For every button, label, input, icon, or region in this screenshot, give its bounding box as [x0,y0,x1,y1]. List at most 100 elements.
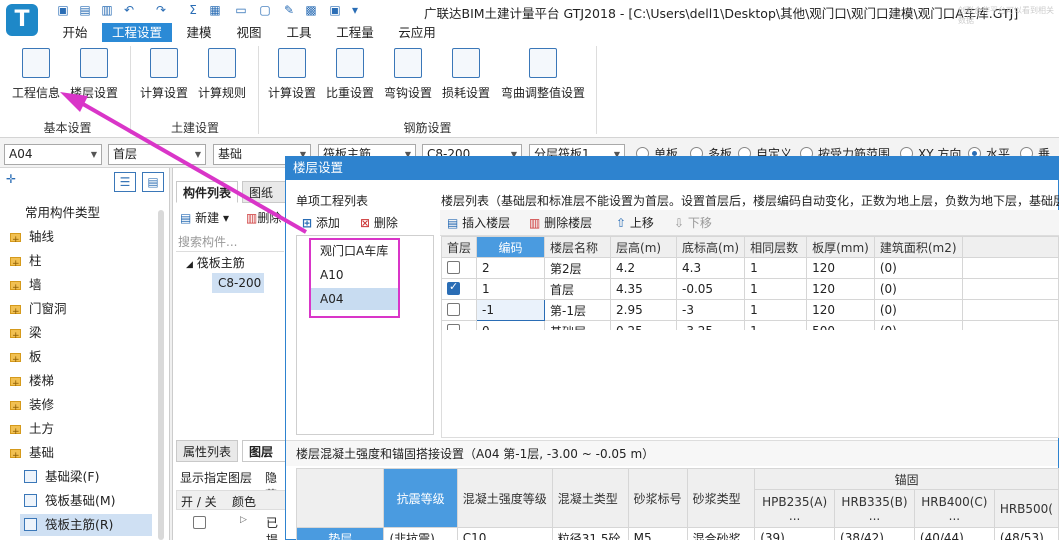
tree-item-stairs[interactable]: 楼梯 [10,370,54,395]
cell-height[interactable]: 2.95 [610,299,678,321]
cell-bottom[interactable]: -0.05 [676,278,746,300]
cell-code[interactable]: 1 [476,278,546,300]
tree-item-raft-rebar[interactable]: 筏板主筋(R) [20,514,152,536]
delete-floor-button[interactable]: ▥ 删除楼层 [529,213,592,233]
cell-name[interactable]: 首层 [544,278,612,300]
col-seismic-grade[interactable]: 抗震等级 [383,468,458,528]
tree-item-earthwork[interactable]: 土方 [10,418,54,443]
cell-thickness[interactable]: 120 [806,257,875,279]
delete-project-button[interactable]: ⊠ 删除 [360,213,398,233]
document-icon[interactable]: ▢ [258,3,272,17]
cell-hrb335[interactable]: (38/42) [834,527,915,540]
tab-drawing-management[interactable]: 图纸管 [242,181,286,203]
table-row[interactable]: 2 第2层 4.2 4.3 1 120 (0) [440,257,1059,279]
search-input[interactable]: 搜索构件... [176,232,284,252]
cell-strength[interactable]: C10 [456,527,553,540]
tree-node-raft-rebar[interactable]: ◢ 筏板主筋 [186,254,245,271]
cell-bottom[interactable]: 4.3 [676,257,746,279]
dropdown-icon[interactable]: ▾ [348,3,362,17]
ruler-icon[interactable]: ✎ [282,3,296,17]
grid-icon[interactable]: ▩ [304,3,318,17]
add-project-button[interactable]: ⊞ 添加 [302,213,340,233]
cell-same[interactable]: 1 [744,299,808,321]
tree-item-door-window[interactable]: 门窗洞 [10,298,67,323]
tab-modeling[interactable]: 建模 [180,23,218,42]
cell-code-active[interactable]: -1 [476,299,546,321]
sum-icon[interactable]: Σ [186,3,200,17]
list-view-icon[interactable]: ☰ [114,172,136,192]
cell-mortar-type[interactable]: 混合砂浆 [686,527,756,540]
tab-layer-management[interactable]: 图层管 [242,440,286,462]
tree-item-wall[interactable]: 墙 [10,274,42,299]
tab-quantities[interactable]: 工程量 [330,23,380,42]
cell-thickness[interactable]: 120 [806,299,875,321]
cell-type[interactable]: 粒径31.5砼 [551,527,629,540]
cell-bottom[interactable]: -3 [676,299,746,321]
undo-icon[interactable]: ↶ [122,3,136,17]
redo-icon[interactable]: ↷ [154,3,168,17]
cell-name[interactable]: 第2层 [544,257,612,279]
tree-root[interactable]: 常用构件类型 [25,202,100,224]
cell-thickness[interactable]: 120 [806,278,875,300]
tab-project-settings[interactable]: 工程设置 [102,23,172,42]
cell-area[interactable]: (0) [873,278,963,300]
cell-mortar-grade[interactable]: M5 [627,527,688,540]
tab-cloud[interactable]: 云应用 [392,23,442,42]
floor-select[interactable]: 首层 ▼ [108,144,206,165]
cell-same[interactable]: 1 [744,278,808,300]
floor-settings-button[interactable]: 楼层设置 [66,48,122,104]
bend-adjust-button[interactable]: 弯曲调整值设置 [498,48,588,104]
project-select[interactable]: A04 ▼ [4,144,102,165]
rebar-calc-settings-button[interactable]: 计算设置 [264,48,320,104]
open-file-icon[interactable]: ▥ [100,3,114,17]
tree-item-raft-foundation[interactable]: 筏板基础(M) [24,490,116,512]
tree-item-axis[interactable]: 轴线 [10,226,54,251]
table-row[interactable]: 垫层 (非抗震) C10 粒径31.5砼 M5 混合砂浆 (39) (38/42… [295,527,1059,540]
first-floor-checkbox[interactable] [447,261,460,274]
delete-button[interactable]: ▥删除 [246,209,286,226]
tree-item-decoration[interactable]: 装修 [10,394,54,419]
hook-settings-button[interactable]: 弯钩设置 [380,48,436,104]
first-floor-checkbox-checked[interactable] [447,280,460,295]
cell-seismic[interactable]: (非抗震) [383,527,458,540]
tree-item-column[interactable]: 柱 [10,250,42,275]
image-icon[interactable]: ▦ [208,3,222,17]
tab-component-list[interactable]: 构件列表 [176,181,239,203]
cell-hrb500[interactable]: (48/53) [993,527,1059,540]
first-floor-checkbox[interactable] [447,303,460,316]
file-icon[interactable]: ▭ [234,3,248,17]
cell-hpb235[interactable]: (39) [754,527,836,540]
new-button[interactable]: ▤ 新建 ▾ [180,209,229,226]
row-header-cushion[interactable]: 垫层 [295,527,385,540]
new-file-icon[interactable]: ▤ [78,3,92,17]
cell-area[interactable]: (0) [873,299,963,321]
loss-settings-button[interactable]: 损耗设置 [438,48,494,104]
insert-floor-button[interactable]: ▤ 插入楼层 [447,213,510,233]
show-layer-button[interactable]: 显示指定图层 [180,469,252,486]
cell-area[interactable]: (0) [873,257,963,279]
table-row[interactable]: 1 首层 4.35 -0.05 1 120 (0) [440,278,1059,300]
move-up-button[interactable]: ⇧ 上移 [616,213,654,233]
cell-height[interactable]: 4.2 [610,257,678,279]
tree-item-beam[interactable]: 梁 [10,322,42,347]
card-view-icon[interactable]: ▤ [142,172,164,192]
layer-toggle-checkbox[interactable] [193,516,206,529]
tree-node-c8-200[interactable]: C8-200 [212,273,264,293]
calc-icon[interactable]: ▣ [328,3,342,17]
tab-view[interactable]: 视图 [230,23,268,42]
cell-same[interactable]: 1 [744,257,808,279]
table-row-selected[interactable]: -1 第-1层 2.95 -3 1 120 (0) [440,299,1059,321]
density-settings-button[interactable]: 比重设置 [322,48,378,104]
cell-height[interactable]: 4.35 [610,278,678,300]
scrollbar[interactable] [158,210,164,540]
tree-item-foundation[interactable]: 基础 [10,442,54,467]
app-logo[interactable]: T [6,4,38,36]
tab-start[interactable]: 开始 [54,23,96,42]
col-code[interactable]: 编码 [476,236,546,258]
pin-icon[interactable]: ✛ [6,172,16,186]
calc-rules-button[interactable]: 计算规则 [194,48,250,104]
save-icon[interactable]: ▣ [56,3,70,17]
civil-calc-settings-button[interactable]: 计算设置 [136,48,192,104]
tab-property-list[interactable]: 属性列表 [176,440,239,462]
tree-item-foundation-beam[interactable]: 基础梁(F) [24,466,99,488]
